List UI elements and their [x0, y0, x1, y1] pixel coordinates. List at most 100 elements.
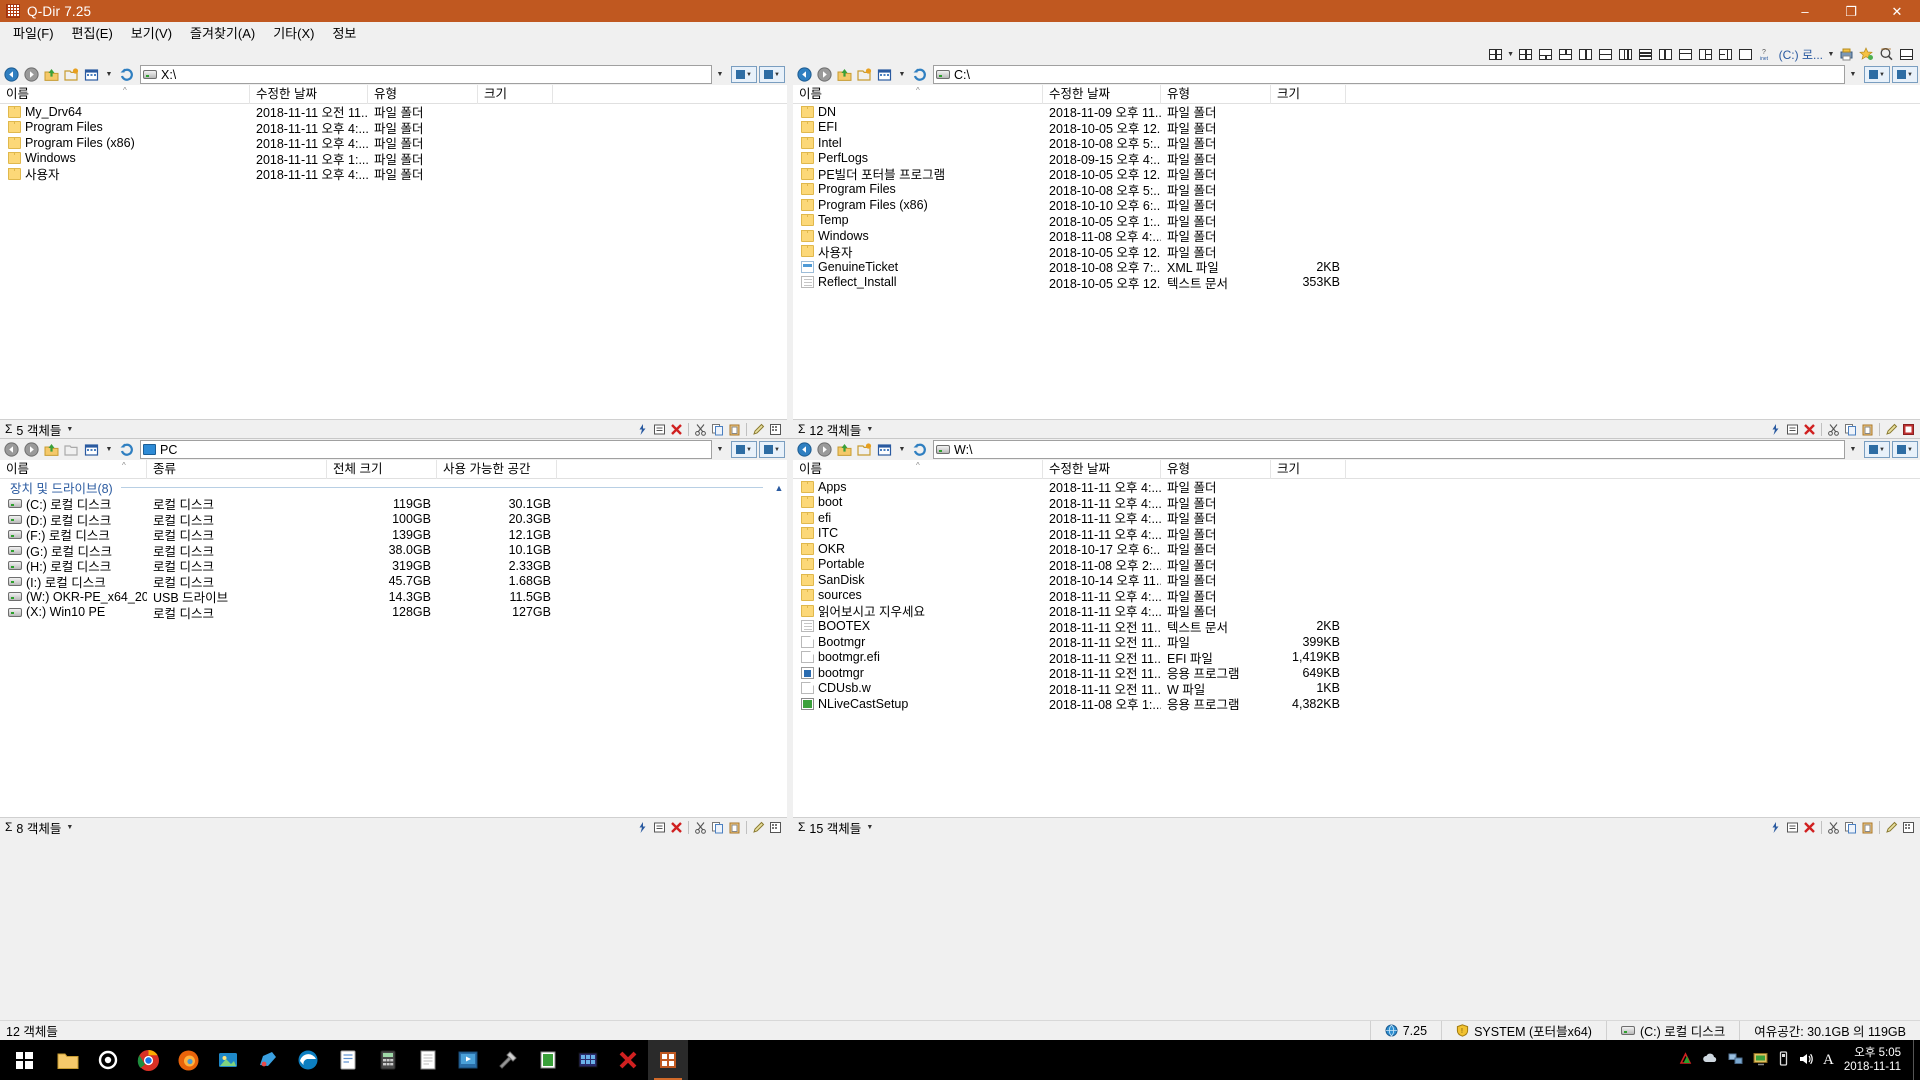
- rename-icon[interactable]: [1883, 819, 1900, 836]
- back-icon[interactable]: [795, 65, 814, 84]
- refresh-icon[interactable]: [117, 440, 136, 459]
- address-dropdown-caret-icon[interactable]: ▼: [1846, 441, 1860, 458]
- address-dropdown-caret-icon[interactable]: ▼: [1846, 66, 1860, 83]
- status-account[interactable]: ! SYSTEM (포터블x64): [1441, 1020, 1606, 1041]
- view-mode-icon[interactable]: [875, 440, 894, 459]
- table-row[interactable]: Temp 2018-10-05 오후 1:... 파일 폴더: [793, 213, 1920, 229]
- back-icon[interactable]: [2, 65, 21, 84]
- rename-icon[interactable]: [750, 819, 767, 836]
- table-row[interactable]: GenuineTicket 2018-10-08 오후 7:... XML 파일 2K…: [793, 259, 1920, 275]
- taskbar-close-app[interactable]: [608, 1040, 648, 1080]
- internet-explorer-icon[interactable]: ? inet: [1756, 45, 1776, 63]
- layout-dropdown-caret-icon[interactable]: ▼: [1506, 45, 1516, 63]
- pane-view-button-1[interactable]: ▼: [1864, 441, 1890, 458]
- taskbar-cortana[interactable]: [88, 1040, 128, 1080]
- table-row[interactable]: (I:) 로컬 디스크 로컬 디스크 45.7GB 1.68GB: [0, 574, 787, 590]
- taskbar-chrome[interactable]: [128, 1040, 168, 1080]
- view-mode-icon[interactable]: [875, 65, 894, 84]
- select-icon[interactable]: [767, 819, 784, 836]
- column-type[interactable]: 유형: [1161, 459, 1271, 479]
- cut-icon[interactable]: [1825, 421, 1842, 438]
- table-row[interactable]: Reflect_Install 2018-10-05 오후 12... 텍스트 문서…: [793, 275, 1920, 291]
- paste-icon[interactable]: [1859, 819, 1876, 836]
- pane-view-button-1[interactable]: ▼: [731, 66, 757, 83]
- view-mode-caret-icon[interactable]: ▼: [102, 441, 116, 458]
- table-row[interactable]: NLiveCastSetup 2018-11-08 오후 1:... 응용 프로그램…: [793, 696, 1920, 712]
- new-folder-icon[interactable]: [62, 440, 81, 459]
- print-icon[interactable]: [1836, 45, 1856, 63]
- toolbar-drive-label[interactable]: (C:) 로...: [1776, 46, 1826, 63]
- forward-icon[interactable]: [815, 65, 834, 84]
- table-row[interactable]: 읽어보시고 지우세요 2018-11-11 오후 4:... 파일 폴더: [793, 603, 1920, 619]
- table-row[interactable]: OKR 2018-10-17 오후 6:... 파일 폴더: [793, 541, 1920, 557]
- menu-file[interactable]: 파일(F): [4, 21, 63, 44]
- pane-view-button-2[interactable]: ▼: [1892, 441, 1918, 458]
- copy-icon[interactable]: [709, 421, 726, 438]
- taskbar-photos[interactable]: [208, 1040, 248, 1080]
- minimize-pane-icon[interactable]: [1896, 45, 1916, 63]
- table-row[interactable]: (W:) OKR-PE_x64_201811...USB 드라이브14.3GB1…: [0, 589, 787, 605]
- layout-quad-icon[interactable]: [1486, 45, 1506, 63]
- delete-icon[interactable]: [668, 421, 685, 438]
- status-dropdown-caret-icon[interactable]: ▼: [66, 824, 73, 831]
- table-row[interactable]: bootmgr.efi 2018-11-11 오전 11... EFI 파일 1,41…: [793, 650, 1920, 666]
- taskbar-tools[interactable]: [488, 1040, 528, 1080]
- up-folder-icon[interactable]: [42, 65, 61, 84]
- pane-view-button-1[interactable]: ▼: [731, 441, 757, 458]
- up-folder-icon[interactable]: [835, 65, 854, 84]
- back-icon[interactable]: [795, 440, 814, 459]
- new-folder-icon[interactable]: [62, 65, 81, 84]
- properties-icon[interactable]: [651, 421, 668, 438]
- paste-icon[interactable]: [1859, 421, 1876, 438]
- layout-single-icon[interactable]: [1736, 45, 1756, 63]
- table-row[interactable]: Program Files (x86) 2018-10-10 오후 6:... 파일…: [793, 197, 1920, 213]
- toolbar-drive-caret-icon[interactable]: ▼: [1826, 45, 1836, 63]
- layout-three-rows-icon[interactable]: [1636, 45, 1656, 63]
- refresh-icon[interactable]: [910, 65, 929, 84]
- layout-top-one-icon[interactable]: [1676, 45, 1696, 63]
- table-row[interactable]: Program Files 2018-10-08 오후 5:... 파일 폴더: [793, 182, 1920, 198]
- table-row[interactable]: CDUsb.w 2018-11-11 오전 11... W 파일 1KB: [793, 681, 1920, 697]
- table-row[interactable]: (X:) Win10 PE 로컬 디스크 128GB 127GB: [0, 605, 787, 621]
- status-dropdown-caret-icon[interactable]: ▼: [866, 824, 873, 831]
- pane-view-button-2[interactable]: ▼: [1892, 66, 1918, 83]
- menu-edit[interactable]: 편집(E): [63, 21, 122, 44]
- table-row[interactable]: SanDisk 2018-10-14 오후 11... 파일 폴더: [793, 572, 1920, 588]
- filter-icon[interactable]: [1767, 421, 1784, 438]
- new-folder-icon[interactable]: [855, 65, 874, 84]
- forward-icon[interactable]: [22, 65, 41, 84]
- delete-icon[interactable]: [1801, 819, 1818, 836]
- properties-icon[interactable]: [1784, 421, 1801, 438]
- layout-two-vertical-icon[interactable]: [1576, 45, 1596, 63]
- select-icon[interactable]: [1900, 819, 1917, 836]
- column-type[interactable]: 유형: [368, 84, 478, 104]
- table-row[interactable]: efi 2018-11-11 오후 4:... 파일 폴더: [793, 510, 1920, 526]
- properties-icon[interactable]: [1784, 819, 1801, 836]
- taskbar-edge[interactable]: [288, 1040, 328, 1080]
- table-row[interactable]: Apps 2018-11-11 오후 4:... 파일 폴더: [793, 479, 1920, 495]
- menu-favorites[interactable]: 즐겨찾기(A): [181, 21, 264, 44]
- menu-extras[interactable]: 기타(X): [264, 21, 323, 44]
- usb-icon[interactable]: [1778, 1051, 1789, 1069]
- group-collapse-icon[interactable]: ▲: [771, 483, 787, 493]
- taskbar-clock[interactable]: 오후 5:05 2018-11-11: [1844, 1046, 1913, 1074]
- triangle-up-icon[interactable]: [1678, 1051, 1693, 1069]
- view-mode-caret-icon[interactable]: ▼: [895, 66, 909, 83]
- delete-icon[interactable]: [668, 819, 685, 836]
- status-freespace[interactable]: 여유공간: 30.1GB 의 119GB: [1739, 1020, 1920, 1041]
- cut-icon[interactable]: [1825, 819, 1842, 836]
- cut-icon[interactable]: [692, 819, 709, 836]
- filter-icon[interactable]: [1767, 819, 1784, 836]
- pane-view-button-1[interactable]: ▼: [1864, 66, 1890, 83]
- address-input-bottom-left[interactable]: PC: [140, 440, 712, 459]
- file-list-top-right[interactable]: DN 2018-11-09 오후 11... 파일 폴더 EFI 2018-10-05…: [793, 104, 1920, 419]
- column-type[interactable]: 유형: [1161, 84, 1271, 104]
- forward-icon[interactable]: [815, 440, 834, 459]
- forward-icon[interactable]: [22, 440, 41, 459]
- layout-single-left-icon[interactable]: [1696, 45, 1716, 63]
- column-date[interactable]: 수정한 날짜: [250, 84, 368, 104]
- table-row[interactable]: bootmgr 2018-11-11 오전 11... 응용 프로그램 649KB: [793, 665, 1920, 681]
- column-total-size[interactable]: 전체 크기: [327, 459, 437, 479]
- filter-icon[interactable]: [634, 819, 651, 836]
- taskbar-firefox[interactable]: [168, 1040, 208, 1080]
